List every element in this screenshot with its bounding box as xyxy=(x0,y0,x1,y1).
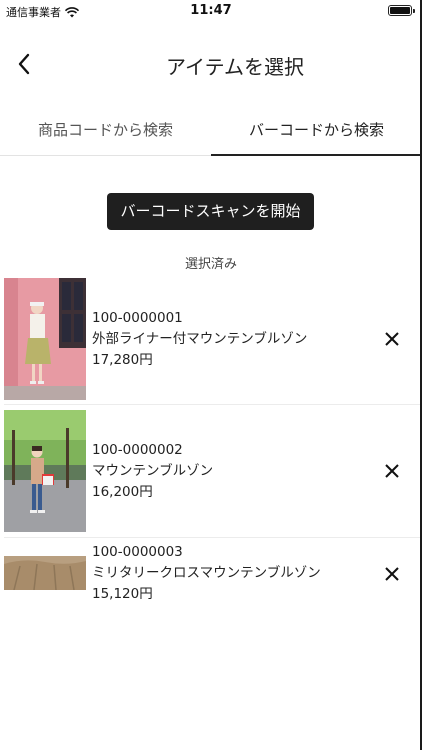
status-time: 11:47 xyxy=(190,3,232,18)
page-title: アイテムを選択 xyxy=(166,55,304,79)
close-icon xyxy=(385,567,399,581)
product-thumbnail xyxy=(4,556,86,590)
selected-section-label: 選択済み xyxy=(184,257,237,272)
list-item: 100-0000002 マウンテンブルゾン 16,200円 xyxy=(0,410,416,532)
search-tabs: 商品コードから検索 バーコードから検索 xyxy=(0,108,422,156)
remove-item-button[interactable] xyxy=(378,457,406,485)
product-thumbnail xyxy=(4,410,86,532)
remove-item-button[interactable] xyxy=(378,325,406,353)
tab-barcode-search[interactable]: バーコードから検索 xyxy=(211,108,422,156)
item-info: 100-0000001 外部ライナー付マウンテンブルゾン 17,280円 xyxy=(92,308,307,371)
tab-product-code-search[interactable]: 商品コードから検索 xyxy=(0,108,211,155)
product-thumbnail xyxy=(4,278,86,400)
item-info: 100-0000003 ミリタリークロスマウンテンブルゾン 15,120円 xyxy=(92,542,321,605)
item-price: 17,280円 xyxy=(92,352,153,368)
status-bar: 通信事業者 11:47 xyxy=(0,0,422,22)
navigation-bar: アイテムを選択 xyxy=(0,40,422,88)
item-price: 15,120円 xyxy=(92,586,153,602)
start-barcode-scan-button[interactable]: バーコードスキャンを開始 xyxy=(107,193,314,230)
list-item: 100-0000001 外部ライナー付マウンテンブルゾン 17,280円 xyxy=(0,278,416,400)
item-name: ミリタリークロスマウンテンブルゾン xyxy=(92,565,321,581)
item-info: 100-0000002 マウンテンブルゾン 16,200円 xyxy=(92,440,213,503)
item-code: 100-0000003 xyxy=(92,544,183,560)
remove-item-button[interactable] xyxy=(378,560,406,588)
divider xyxy=(4,537,422,538)
battery-icon xyxy=(388,5,415,16)
item-code: 100-0000001 xyxy=(92,310,183,326)
close-icon xyxy=(385,332,399,346)
close-icon xyxy=(385,464,399,478)
item-name: 外部ライナー付マウンテンブルゾン xyxy=(92,331,308,347)
divider xyxy=(4,404,422,405)
item-code: 100-0000002 xyxy=(92,442,183,458)
item-name: マウンテンブルゾン xyxy=(92,463,214,479)
list-item: 100-0000003 ミリタリークロスマウンテンブルゾン 15,120円 xyxy=(0,542,416,608)
item-price: 16,200円 xyxy=(92,484,153,500)
